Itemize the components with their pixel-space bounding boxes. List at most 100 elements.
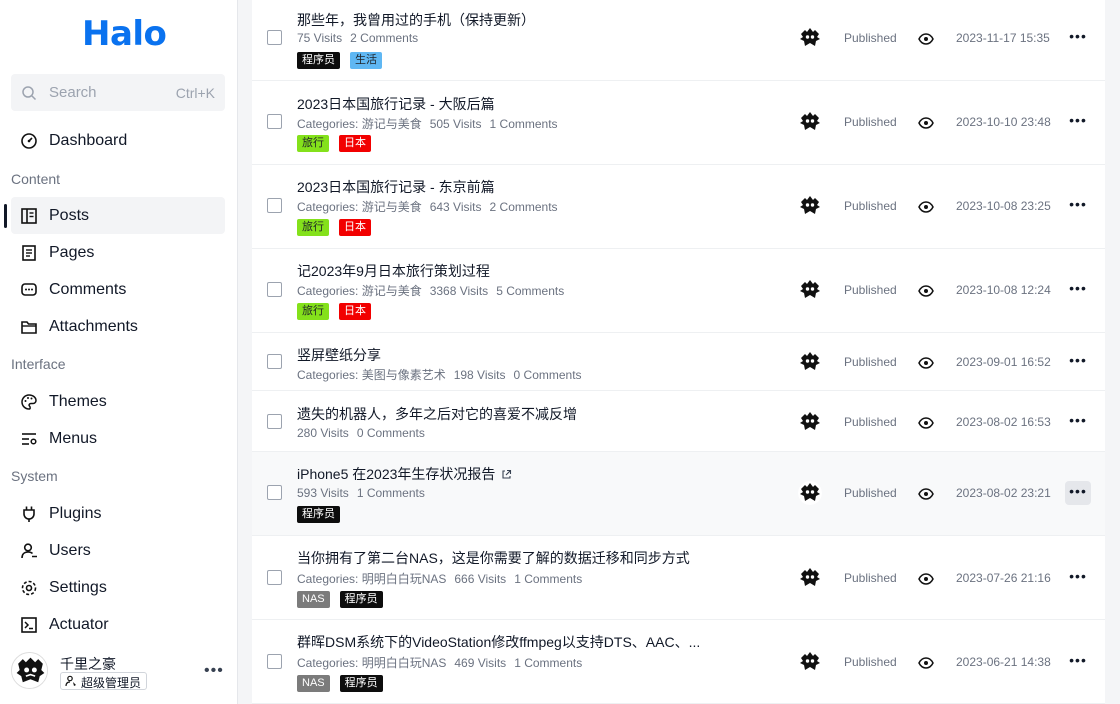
sidebar-item-label: Menus bbox=[49, 429, 98, 447]
more-actions-button[interactable]: ••• bbox=[1065, 410, 1091, 434]
more-actions-button[interactable]: ••• bbox=[1065, 350, 1091, 374]
sidebar-item-users[interactable]: Users bbox=[11, 532, 225, 569]
search-box[interactable]: Search Ctrl+K bbox=[11, 74, 225, 111]
post-title[interactable]: 2023日本国旅行记录 - 东京前篇 bbox=[297, 177, 495, 197]
post-title[interactable]: 群晖DSM系统下的VideoStation修改ffmpeg以支持DTS、AAC、… bbox=[297, 632, 700, 652]
post-title-text[interactable]: 竖屏壁纸分享 bbox=[297, 347, 381, 363]
post-tag[interactable]: NAS bbox=[297, 675, 330, 692]
post-title[interactable]: 遗失的机器人，多年之后对它的喜爱不减反增 bbox=[297, 404, 577, 424]
author-avatar[interactable] bbox=[798, 481, 822, 505]
comments-icon bbox=[21, 282, 37, 296]
post-title-text[interactable]: 群晖DSM系统下的VideoStation修改ffmpeg以支持DTS、AAC、… bbox=[297, 634, 700, 650]
sidebar-item-posts[interactable]: Posts bbox=[11, 197, 225, 234]
sidebar-item-dashboard[interactable]: Dashboard bbox=[11, 122, 225, 159]
post-title-text[interactable]: 2023日本国旅行记录 - 东京前篇 bbox=[297, 179, 495, 195]
group-title-content: Content bbox=[11, 171, 61, 187]
post-row[interactable]: 那些年，我曾用过的手机（保持更新） 75 Visits 2 Comments 程序员生… bbox=[252, 0, 1105, 81]
post-row[interactable]: 竖屏壁纸分享 Categories: 美图与像素艺术 198 Visits 0 Com… bbox=[252, 333, 1105, 391]
post-tag[interactable]: 日本 bbox=[339, 303, 371, 320]
post-checkbox[interactable] bbox=[267, 654, 282, 669]
external-link-icon[interactable] bbox=[501, 467, 512, 483]
post-tag[interactable]: 日本 bbox=[339, 219, 371, 236]
post-categories: Categories: 美图与像素艺术 bbox=[297, 368, 446, 382]
post-categories: Categories: 明明白白玩NAS bbox=[297, 656, 447, 670]
author-avatar[interactable] bbox=[798, 350, 822, 374]
sidebar-item-plugins[interactable]: Plugins bbox=[11, 495, 225, 532]
user-avatar[interactable] bbox=[11, 652, 48, 689]
post-row[interactable]: 2023日本国旅行记录 - 大阪后篇 Categories: 游记与美食 505 V… bbox=[252, 81, 1105, 165]
post-checkbox[interactable] bbox=[267, 485, 282, 500]
post-status: Published bbox=[844, 199, 897, 213]
post-row[interactable]: 2023日本国旅行记录 - 东京前篇 Categories: 游记与美食 643 V… bbox=[252, 165, 1105, 249]
post-checkbox[interactable] bbox=[267, 114, 282, 129]
more-actions-button[interactable]: ••• bbox=[1065, 110, 1091, 134]
post-checkbox[interactable] bbox=[267, 414, 282, 429]
sidebar-item-pages[interactable]: Pages bbox=[11, 234, 225, 271]
post-row[interactable]: 当你拥有了第二台NAS，这是你需要了解的数据迁移和同步方式 Categories:… bbox=[252, 536, 1105, 620]
pages-icon bbox=[22, 244, 36, 261]
post-title-text[interactable]: 那些年，我曾用过的手机（保持更新） bbox=[297, 12, 535, 28]
post-tag[interactable]: 旅行 bbox=[297, 219, 329, 236]
post-row[interactable]: iPhone5 在2023年生存状况报告 593 Visits 1 Comments… bbox=[252, 452, 1105, 536]
post-checkbox[interactable] bbox=[267, 354, 282, 369]
post-visits: 505 Visits bbox=[429, 117, 482, 131]
post-title-text[interactable]: iPhone5 在2023年生存状况报告 bbox=[297, 466, 495, 482]
post-title-text[interactable]: 当你拥有了第二台NAS，这是你需要了解的数据迁移和同步方式 bbox=[297, 550, 690, 566]
post-comments: 1 Comments bbox=[489, 117, 558, 131]
post-tag[interactable]: 旅行 bbox=[297, 135, 329, 152]
author-avatar[interactable] bbox=[798, 194, 822, 218]
sidebar-item-label: Plugins bbox=[49, 504, 102, 522]
post-tag[interactable]: NAS bbox=[297, 591, 330, 608]
post-title[interactable]: 竖屏壁纸分享 bbox=[297, 345, 381, 365]
author-avatar[interactable] bbox=[798, 110, 822, 134]
post-row[interactable]: 群晖DSM系统下的VideoStation修改ffmpeg以支持DTS、AAC、… bbox=[252, 620, 1105, 704]
post-title[interactable]: 记2023年9月日本旅行策划过程 bbox=[297, 261, 490, 281]
sidebar-item-attachments[interactable]: Attachments bbox=[11, 308, 225, 345]
sidebar-item-menus[interactable]: Menus bbox=[11, 420, 225, 457]
post-title-text[interactable]: 记2023年9月日本旅行策划过程 bbox=[297, 263, 490, 279]
author-avatar[interactable] bbox=[798, 410, 822, 434]
more-actions-button[interactable]: ••• bbox=[1065, 566, 1091, 590]
author-avatar[interactable] bbox=[798, 566, 822, 590]
post-title[interactable]: 那些年，我曾用过的手机（保持更新） bbox=[297, 10, 535, 30]
author-avatar[interactable] bbox=[798, 650, 822, 674]
more-actions-button[interactable]: ••• bbox=[1065, 194, 1091, 218]
post-title-text[interactable]: 2023日本国旅行记录 - 大阪后篇 bbox=[297, 96, 495, 112]
post-title[interactable]: 当你拥有了第二台NAS，这是你需要了解的数据迁移和同步方式 bbox=[297, 548, 690, 568]
post-comments: 1 Comments bbox=[356, 486, 425, 500]
halo-logo[interactable]: Halo bbox=[82, 14, 167, 54]
more-actions-button[interactable]: ••• bbox=[1065, 26, 1091, 50]
sidebar-item-settings[interactable]: Settings bbox=[11, 569, 225, 606]
post-checkbox[interactable] bbox=[267, 570, 282, 585]
search-shortcut: Ctrl+K bbox=[175, 84, 215, 101]
more-actions-button[interactable]: ••• bbox=[1065, 481, 1091, 505]
post-tag[interactable]: 程序员 bbox=[297, 52, 340, 69]
post-tag[interactable]: 程序员 bbox=[339, 591, 383, 608]
post-title[interactable]: iPhone5 在2023年生存状况报告 bbox=[297, 464, 512, 484]
post-tag[interactable]: 生活 bbox=[350, 52, 382, 69]
post-tag[interactable]: 程序员 bbox=[339, 675, 383, 692]
post-row[interactable]: 遗失的机器人，多年之后对它的喜爱不减反增 280 Visits 0 Comments… bbox=[252, 391, 1105, 452]
more-actions-button[interactable]: ••• bbox=[1065, 278, 1091, 302]
post-tag[interactable]: 旅行 bbox=[297, 303, 329, 320]
post-status: Published bbox=[844, 415, 897, 429]
post-list: 那些年，我曾用过的手机（保持更新） 75 Visits 2 Comments 程序员生… bbox=[252, 0, 1105, 704]
sidebar-item-label: Comments bbox=[49, 280, 127, 298]
author-avatar[interactable] bbox=[798, 26, 822, 50]
author-avatar[interactable] bbox=[798, 278, 822, 302]
more-actions-button[interactable]: ••• bbox=[1065, 650, 1091, 674]
post-row[interactable]: 记2023年9月日本旅行策划过程 Categories: 游记与美食 3368 Vi… bbox=[252, 249, 1105, 333]
sidebar-item-comments[interactable]: Comments bbox=[11, 271, 225, 308]
post-checkbox[interactable] bbox=[267, 30, 282, 45]
post-checkbox[interactable] bbox=[267, 282, 282, 297]
post-title[interactable]: 2023日本国旅行记录 - 大阪后篇 bbox=[297, 94, 495, 114]
post-tag[interactable]: 日本 bbox=[339, 135, 371, 152]
plug-icon bbox=[23, 506, 35, 522]
eye-icon bbox=[918, 200, 934, 218]
user-more-button[interactable]: ••• bbox=[204, 662, 224, 680]
sidebar-item-themes[interactable]: Themes bbox=[11, 383, 225, 420]
post-title-text[interactable]: 遗失的机器人，多年之后对它的喜爱不减反增 bbox=[297, 406, 577, 422]
sidebar-item-actuator[interactable]: Actuator bbox=[11, 606, 225, 643]
post-tag[interactable]: 程序员 bbox=[297, 506, 340, 523]
post-checkbox[interactable] bbox=[267, 198, 282, 213]
